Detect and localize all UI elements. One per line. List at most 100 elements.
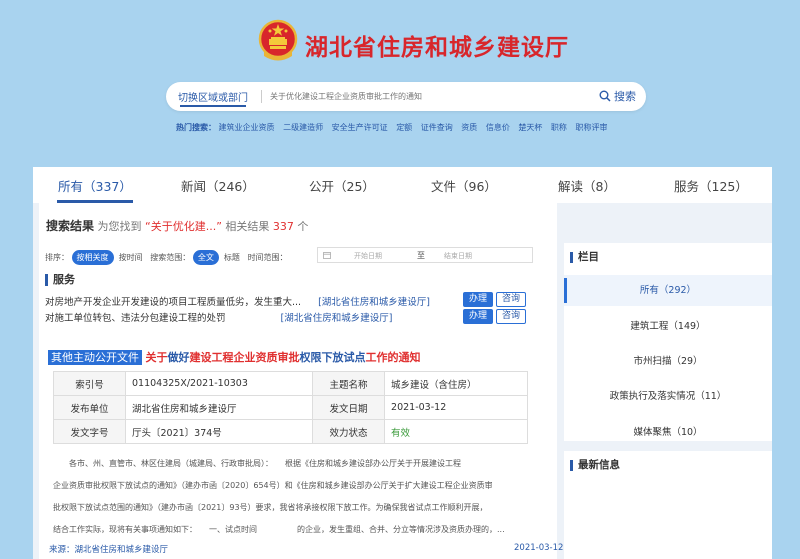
hot-term-link[interactable]: 定额 <box>396 123 412 132</box>
meta-key: 效力状态 <box>312 419 386 444</box>
service-item[interactable]: 对房地产开发企业开发建设的项目工程质量低劣，发生重大... [湖北省住房和城乡建… <box>45 294 430 308</box>
site-title: 湖北省住房和城乡建设厅 <box>305 35 569 61</box>
region-switch-link[interactable]: 切换区域或部门 <box>178 89 248 107</box>
document-title-part: 工作的通知 <box>365 351 421 364</box>
tab-services[interactable]: 服务（125） <box>674 176 748 195</box>
meta-key: 发文字号 <box>53 419 126 444</box>
results-main: 搜索结果 为您找到 “关于优化建...” 相关结果 337 个 排序： 按相关度… <box>39 203 563 559</box>
date-range-picker[interactable]: 开始日期 至 结束日期 <box>317 247 533 263</box>
calendar-icon <box>323 252 331 259</box>
handle-button[interactable]: 办理 <box>463 309 493 324</box>
hot-term-link[interactable]: 建筑业企业资质 <box>219 123 275 132</box>
column-item-all[interactable]: 所有（292） <box>564 275 772 306</box>
meta-value: 湖北省住房和城乡建设厅 <box>124 395 314 420</box>
excerpt-line: 批权限下放试点范围的通知》（建办市函〔2021〕93号）要求，我省将承接权限下放… <box>53 503 488 512</box>
sort-label: 排序： <box>45 253 69 262</box>
meta-value: 01104325X/2021-10303 <box>124 371 314 396</box>
filter-row: 排序： 按相关度 按时间 搜索范围： 全文 标题 时间范围： <box>45 250 288 265</box>
meta-key: 索引号 <box>53 371 126 396</box>
document-title-part: 权限下放试点 <box>299 351 366 364</box>
column-item-construction[interactable]: 建筑工程（149） <box>564 311 772 342</box>
result-count: 337 <box>272 220 294 233</box>
column-filter-box: 栏目 所有（292） 建筑工程（149） 市州扫描（29） 政策执行及落实情况（… <box>564 243 772 441</box>
hot-term-link[interactable]: 证件查询 <box>421 123 453 132</box>
service-item-org: [湖北省住房和城乡建设厅] <box>318 297 431 308</box>
validity-status: 有效 <box>384 419 528 444</box>
consult-button[interactable]: 咨询 <box>496 292 526 307</box>
date-range-to: 至 <box>417 251 425 260</box>
related-label: 相关结果 <box>225 220 270 233</box>
handle-button[interactable]: 办理 <box>463 292 493 307</box>
hot-term-link[interactable]: 楚天杯 <box>518 123 542 132</box>
meta-key: 发布单位 <box>53 395 126 420</box>
column-filter-title: 栏目 <box>570 252 599 263</box>
hot-term-link[interactable]: 职称评审 <box>575 123 607 132</box>
document-date: 2021-03-12 <box>514 543 564 553</box>
latest-info-box: 最新信息 <box>564 451 772 559</box>
tab-interpretation[interactable]: 解读（8） <box>558 176 616 195</box>
search-divider <box>261 90 262 103</box>
scope-all-button[interactable]: 全文 <box>192 250 219 265</box>
end-date-input[interactable]: 结束日期 <box>444 251 472 261</box>
service-item-text[interactable]: 对施工单位转包、违法分包建设工程的处罚 <box>45 313 226 324</box>
result-summary: 搜索结果 为您找到 “关于优化建...” 相关结果 337 个 <box>46 217 308 234</box>
sort-relevance-button[interactable]: 按相关度 <box>71 250 114 265</box>
document-title-part: 做好 <box>167 351 190 364</box>
query-text: “关于优化建...” <box>145 220 222 233</box>
tab-public[interactable]: 公开（25） <box>309 176 375 195</box>
column-item-media[interactable]: 媒体聚焦（10） <box>564 417 772 448</box>
hot-term-link[interactable]: 安全生产许可证 <box>332 123 388 132</box>
site-header: 湖北省住房和城乡建设厅 切换区域或部门 搜索 热门搜索： 建筑业企业资质 二级建… <box>0 0 800 160</box>
document-meta-table: 索引号 01104325X/2021-10303 主题名称 城乡建设（含住房） … <box>53 371 528 444</box>
search-button[interactable]: 搜索 <box>599 88 636 104</box>
document-source: 来源：湖北省住房和城乡建设厅 <box>49 545 169 555</box>
search-icon <box>599 90 611 102</box>
meta-key: 发文日期 <box>312 395 386 420</box>
hot-searches-label: 热门搜索： <box>176 123 216 132</box>
document-title[interactable]: 其他主动公开文件 关于做好建设工程企业资质审批权限下放试点工作的通知 <box>48 349 421 365</box>
meta-key: 主题名称 <box>312 371 386 396</box>
scope-title-button[interactable]: 标题 <box>224 253 240 262</box>
document-category-tag: 其他主动公开文件 <box>48 350 142 365</box>
meta-value: 城乡建设（含住房） <box>384 371 528 396</box>
document-excerpt: 各市、州、直管市、林区住建局（城建局、行政审批局）： 根据《住房和城乡建设部办公… <box>53 453 531 541</box>
category-tabs: 所有（337） 新闻（246） 公开（25） 文件（96） 解读（8） 服务（1… <box>33 167 772 203</box>
national-emblem-icon <box>258 19 298 61</box>
service-item[interactable]: 对施工单位转包、违法分包建设工程的处罚 [湖北省住房和城乡建设厅] <box>45 310 392 324</box>
result-count-unit: 个 <box>297 220 309 233</box>
table-row: 发布单位 湖北省住房和城乡建设厅 发文日期 2021-03-12 <box>53 395 528 420</box>
tab-news[interactable]: 新闻（246） <box>181 176 255 195</box>
meta-value: 厅头〔2021〕374号 <box>124 419 314 444</box>
excerpt-line: 结合工作实际，现将有关事项通知如下： 一、试点时间 的企业，发生重组、合并、分立… <box>53 525 505 534</box>
table-row: 索引号 01104325X/2021-10303 主题名称 城乡建设（含住房） <box>53 371 528 396</box>
tab-documents[interactable]: 文件（96） <box>431 176 497 195</box>
found-prefix: 为您找到 <box>97 220 142 233</box>
consult-button[interactable]: 咨询 <box>496 309 526 324</box>
hot-term-link[interactable]: 资质 <box>461 123 477 132</box>
service-item-text[interactable]: 对房地产开发企业开发建设的项目工程质量低劣，发生重大... <box>45 297 301 308</box>
hot-searches: 热门搜索： 建筑业企业资质 二级建造师 安全生产许可证 定额 证件查询 资质 信… <box>176 122 607 133</box>
sort-time-button[interactable]: 按时间 <box>119 253 143 262</box>
column-item-city-scan[interactable]: 市州扫描（29） <box>564 346 772 377</box>
hot-term-link[interactable]: 职称 <box>551 123 567 132</box>
latest-info-title: 最新信息 <box>570 460 620 471</box>
results-heading: 搜索结果 <box>46 219 95 233</box>
table-row: 发文字号 厅头〔2021〕374号 效力状态 有效 <box>53 419 528 444</box>
search-input[interactable] <box>270 87 570 106</box>
service-section-title: 服务 <box>45 274 75 286</box>
excerpt-line: 企业资质审批权限下放试点的通知》（建办市函〔2020〕654号）和《住房和城乡建… <box>53 481 493 490</box>
search-bar: 切换区域或部门 搜索 <box>166 82 646 111</box>
scope-label: 搜索范围： <box>150 253 191 262</box>
start-date-input[interactable]: 开始日期 <box>354 251 382 261</box>
meta-value: 2021-03-12 <box>384 395 528 420</box>
time-range-label: 时间范围： <box>247 253 288 262</box>
excerpt-line: 各市、州、直管市、林区住建局（城建局、行政审批局）： 根据《住房和城乡建设部办公… <box>53 459 461 468</box>
document-title-part: 建设工程企业资质审批 <box>189 351 300 364</box>
tab-all[interactable]: 所有（337） <box>58 176 132 195</box>
hot-term-link[interactable]: 信息价 <box>486 123 510 132</box>
document-title-part: 关于 <box>145 351 168 364</box>
service-item-org: [湖北省住房和城乡建设厅] <box>280 313 393 324</box>
search-button-label: 搜索 <box>614 90 636 103</box>
hot-term-link[interactable]: 二级建造师 <box>283 123 323 132</box>
column-item-policy[interactable]: 政策执行及落实情况（11） <box>564 381 772 412</box>
